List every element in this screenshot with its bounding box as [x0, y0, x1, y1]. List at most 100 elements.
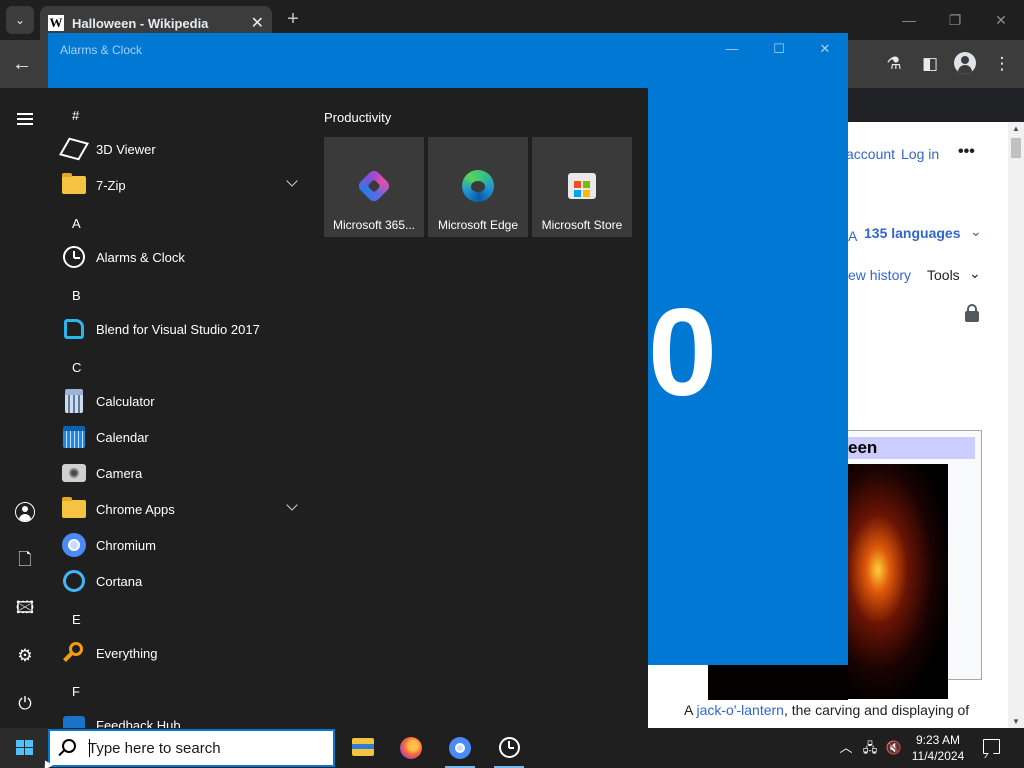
taskbar-clock[interactable]: 9:23 AM 11/4/2024	[905, 732, 971, 764]
camera-icon	[62, 461, 86, 485]
browser-close-button[interactable]: ✕	[986, 8, 1016, 32]
chromium-icon	[449, 737, 471, 759]
browser-menu-button[interactable]: ⋮	[989, 52, 1015, 76]
app-label: Everything	[96, 645, 158, 661]
app-blend-visual-studio[interactable]: Blend for Visual Studio 2017	[62, 312, 308, 346]
taskbar-file-explorer[interactable]	[338, 728, 386, 768]
settings-gear-icon[interactable]: ⚙	[14, 645, 36, 667]
languages-button[interactable]: 135 languages	[864, 225, 961, 241]
side-panel-icon[interactable]: ◧	[917, 52, 943, 76]
app-camera[interactable]: Camera	[62, 456, 308, 490]
blend-icon	[62, 317, 86, 341]
tray-chevron-up-icon[interactable]: ︿	[836, 738, 856, 758]
store-bag-icon	[568, 173, 596, 199]
taskbar-chromium[interactable]	[436, 728, 484, 768]
chevron-down-icon: ⌄	[14, 13, 26, 27]
network-icon[interactable]: 🖧	[860, 738, 880, 758]
login-link[interactable]: Log in	[901, 146, 939, 162]
app-alarms-clock[interactable]: Alarms & Clock	[62, 240, 308, 274]
wikipedia-icon: W	[48, 15, 64, 31]
taskbar: ︿ 🖧 🔇 9:23 AM 11/4/2024	[0, 728, 1024, 768]
chevron-down-icon: ⌄	[969, 265, 981, 281]
search-input[interactable]	[88, 738, 328, 758]
app-cortana[interactable]: Cortana	[62, 564, 308, 598]
tile-label: Microsoft Edge	[437, 218, 519, 232]
alarm-clock-icon	[62, 245, 86, 269]
page-scrollbar[interactable]: ▲ ▼	[1008, 122, 1024, 728]
view-history-link[interactable]: ew history	[848, 267, 911, 283]
alarms-maximize-button[interactable]: ☐	[767, 39, 791, 59]
new-tab-button[interactable]: +	[282, 8, 304, 30]
tile-microsoft-store[interactable]: Microsoft Store	[532, 137, 632, 237]
app-7-zip-folder[interactable]: 7-Zip	[62, 168, 308, 202]
taskbar-search-box[interactable]	[48, 729, 335, 767]
caption-rest: , the carving and displaying of	[783, 702, 970, 718]
letter-header-b[interactable]: B	[72, 288, 81, 303]
alarms-window-title: Alarms & Clock	[60, 43, 143, 57]
browser-minimize-button[interactable]: —	[894, 8, 924, 32]
letter-header-a[interactable]: A	[72, 216, 81, 231]
power-icon[interactable]: ⏻	[14, 693, 36, 715]
chevron-down-icon	[286, 175, 298, 187]
notification-center-icon[interactable]	[983, 739, 1000, 754]
lock-icon	[965, 304, 979, 322]
create-account-link[interactable]: account	[846, 146, 895, 162]
app-chromium[interactable]: Chromium	[62, 528, 308, 562]
app-calculator[interactable]: Calculator	[62, 384, 308, 418]
edge-icon	[462, 170, 494, 202]
app-label: Blend for Visual Studio 2017	[96, 321, 260, 337]
tile-microsoft-365[interactable]: Microsoft 365...	[324, 137, 424, 237]
app-label: Alarms & Clock	[96, 249, 185, 265]
volume-muted-icon[interactable]: 🔇	[884, 738, 904, 758]
scroll-down-icon[interactable]: ▼	[1012, 717, 1020, 726]
hamburger-menu-icon[interactable]	[17, 113, 33, 125]
jack-o-lantern-image-lower	[708, 665, 848, 700]
letter-header-c[interactable]: C	[72, 360, 81, 375]
taskbar-firefox[interactable]	[387, 728, 435, 768]
app-label: Cortana	[96, 573, 143, 589]
tools-menu[interactable]: Tools	[927, 267, 960, 283]
file-explorer-icon	[352, 738, 374, 756]
app-label: Chromium	[96, 537, 156, 553]
app-label: Calculator	[96, 393, 155, 409]
windows-logo-icon	[16, 740, 33, 756]
tab-close-icon[interactable]: ✕	[251, 13, 264, 33]
scrollbar-thumb[interactable]	[1011, 138, 1021, 158]
app-label: 3D Viewer	[96, 141, 156, 157]
jack-o-lantern-link[interactable]: jack-o'-lantern	[696, 702, 784, 718]
tile-label: Microsoft Store	[541, 218, 623, 232]
tab-search-button[interactable]: ⌄	[6, 6, 34, 34]
pictures-icon[interactable]: 🖾	[14, 597, 36, 619]
jack-o-lantern-image[interactable]	[848, 464, 948, 699]
browser-maximize-button[interactable]: ❐	[940, 8, 970, 32]
cortana-icon	[62, 569, 86, 593]
app-calendar[interactable]: Calendar	[62, 420, 308, 454]
letter-header-hash[interactable]: #	[72, 108, 79, 123]
clock-date: 11/4/2024	[911, 749, 965, 763]
alarms-close-button[interactable]: ✕	[813, 39, 837, 59]
user-account-icon[interactable]	[15, 502, 35, 522]
caption-prefix: A	[684, 702, 693, 718]
documents-icon[interactable]: 🗋	[14, 549, 36, 571]
letter-header-e[interactable]: E	[72, 612, 81, 627]
app-feedback-hub[interactable]: Feedback Hub	[62, 708, 308, 728]
app-everything[interactable]: Everything	[62, 636, 308, 670]
chevron-down-icon	[286, 499, 298, 511]
tile-microsoft-edge[interactable]: Microsoft Edge	[428, 137, 528, 237]
app-chrome-apps-folder[interactable]: Chrome Apps	[62, 492, 308, 526]
taskbar-alarms-clock[interactable]	[485, 728, 533, 768]
alarms-minimize-button[interactable]: —	[720, 39, 744, 59]
alarm-clock-icon	[499, 737, 520, 758]
back-button[interactable]: ←	[8, 52, 36, 76]
labs-flask-icon[interactable]: ⚗	[881, 52, 907, 76]
letter-header-f[interactable]: F	[72, 684, 80, 699]
app-3d-viewer[interactable]: 3D Viewer	[59, 132, 308, 166]
more-options-icon[interactable]: •••	[958, 143, 975, 161]
app-list[interactable]: # 3D Viewer 7-Zip A Alarms & Clock B Ble…	[48, 88, 312, 728]
scroll-up-icon[interactable]: ▲	[1012, 124, 1020, 133]
profile-avatar-icon[interactable]	[954, 52, 976, 74]
calculator-icon	[62, 389, 86, 413]
tile-group-title[interactable]: Productivity	[324, 110, 391, 125]
magnifier-icon	[62, 641, 86, 665]
infobox-title: een	[848, 437, 975, 459]
